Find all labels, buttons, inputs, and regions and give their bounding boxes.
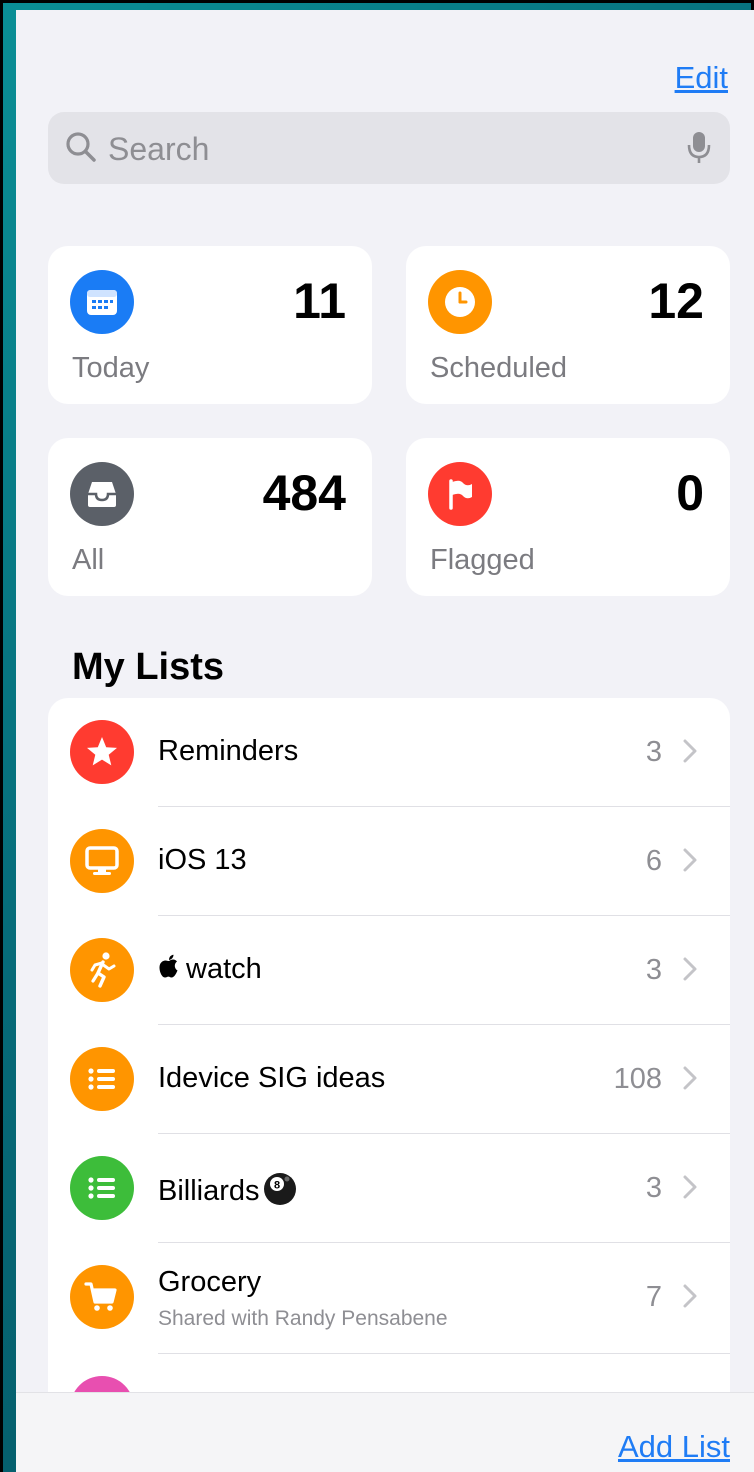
scheduled-count: 12 [648, 273, 704, 329]
flagged-label: Flagged [430, 544, 535, 576]
chevron-right-icon [682, 1065, 698, 1096]
add-list-button[interactable]: Add List [618, 1429, 730, 1465]
all-label: All [72, 544, 105, 576]
search-bar[interactable] [48, 112, 730, 184]
microphone-icon[interactable] [686, 130, 712, 171]
search-input[interactable] [106, 124, 670, 174]
edit-button[interactable]: Edit [675, 60, 728, 96]
list-item-title-text: watch [186, 953, 262, 985]
list-item-count: 3 [645, 736, 662, 768]
clock-icon [428, 270, 492, 334]
search-icon [64, 130, 98, 169]
list-item-subtitle: Shared with Randy Pensabene [158, 1307, 448, 1330]
today-label: Today [72, 352, 150, 384]
all-count: 484 [262, 465, 346, 521]
list-item-title: Billiards 8 [158, 1171, 298, 1215]
scheduled-card[interactable]: 12 Scheduled [406, 246, 730, 404]
list-item-reminders[interactable]: Reminders 3 [48, 698, 730, 807]
list-item-billiards[interactable]: Billiards 8 3 [48, 1134, 730, 1243]
list-item-title: watch [158, 953, 262, 988]
chevron-right-icon [682, 847, 698, 878]
scheduled-label: Scheduled [430, 352, 568, 384]
flag-icon [428, 462, 492, 526]
today-card[interactable]: 11 Today [48, 246, 372, 404]
apple-logo-icon [158, 954, 180, 988]
desktop-icon [70, 829, 134, 893]
list-item-watch[interactable]: watch 3 [48, 916, 730, 1025]
all-card[interactable]: 484 All [48, 438, 372, 596]
list-item-count: 7 [645, 1281, 662, 1313]
list-item-count: 3 [645, 1172, 662, 1204]
chevron-right-icon [682, 1174, 698, 1205]
list-bullets-icon [70, 1047, 134, 1111]
list-item-title: Reminders [158, 735, 299, 767]
list-item-idevice-sig-ideas[interactable]: Idevice SIG ideas 108 [48, 1025, 730, 1134]
list-item-title: Grocery [158, 1266, 262, 1298]
list-item-count: 108 [613, 1063, 662, 1095]
running-figure-icon [70, 938, 134, 1002]
star-icon [70, 720, 134, 784]
tray-icon [70, 462, 134, 526]
list-item-grocery[interactable]: Grocery Shared with Randy Pensabene 7 [48, 1243, 730, 1354]
list-bullets-icon [70, 1156, 134, 1220]
chevron-right-icon [682, 956, 698, 987]
reminders-screen: Edit 11 Today 12 Scheduled 484 All [16, 10, 754, 1472]
chevron-right-icon [682, 738, 698, 769]
cart-icon [70, 1265, 134, 1329]
list-item-count: 6 [645, 845, 662, 877]
flagged-card[interactable]: 0 Flagged [406, 438, 730, 596]
my-lists-title: My Lists [72, 646, 225, 688]
list-item-ios-13[interactable]: iOS 13 6 [48, 807, 730, 916]
today-count: 11 [293, 273, 346, 329]
list-item-title-text: Billiards [158, 1175, 260, 1207]
svg-text:8: 8 [273, 1180, 279, 1192]
calendar-icon [70, 270, 134, 334]
flagged-count: 0 [676, 465, 704, 521]
eight-ball-icon: 8 [262, 1171, 298, 1215]
my-lists: Reminders 3 iOS 13 6 watch 3 Idevice SIG… [48, 698, 730, 1438]
chevron-right-icon [682, 1283, 698, 1314]
list-item-count: 3 [645, 954, 662, 986]
list-item-title: Idevice SIG ideas [158, 1062, 386, 1094]
bottom-toolbar: Add List [16, 1392, 754, 1472]
list-item-title: iOS 13 [158, 844, 247, 876]
